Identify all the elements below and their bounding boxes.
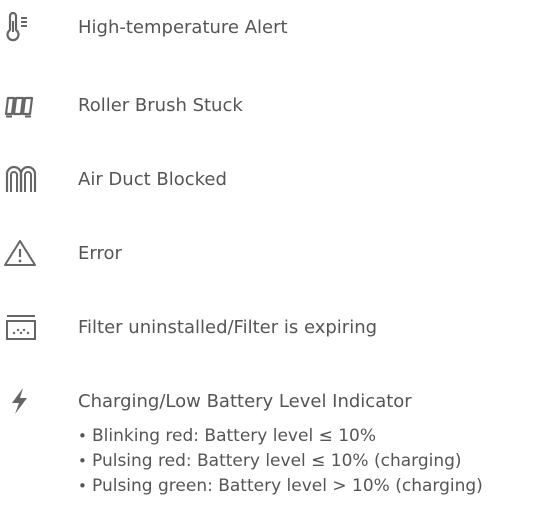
battery-note-blinking-red: • Blinking red: Battery level ≤ 10% bbox=[78, 426, 377, 446]
battery-note-text: Pulsing green: Battery level > 10% (char… bbox=[92, 476, 483, 496]
legend-row-air-duct: Air Duct Blocked bbox=[0, 162, 552, 196]
legend-label-high-temperature: High-temperature Alert bbox=[78, 17, 288, 38]
battery-notes-list: • Blinking red: Battery level ≤ 10% • Puls… bbox=[78, 424, 483, 499]
lightning-bolt-icon bbox=[4, 386, 38, 416]
thermometer-alert-icon bbox=[4, 12, 38, 42]
legend-label-filter: Filter uninstalled/Filter is expiring bbox=[78, 317, 378, 338]
legend-label-charging: Charging/Low Battery Level Indicator bbox=[78, 391, 412, 412]
legend-row-charging: Charging/Low Battery Level Indicator bbox=[0, 384, 552, 418]
legend-row-filter: Filter uninstalled/Filter is expiring bbox=[0, 310, 552, 344]
legend-label-error: Error bbox=[78, 243, 122, 264]
legend-row-error: Error bbox=[0, 236, 552, 270]
indicator-legend: High-temperature Alert Roller Brush Stuc… bbox=[0, 0, 552, 518]
battery-note-text: Blinking red: Battery level ≤ 10% bbox=[92, 426, 377, 446]
battery-note-text: Pulsing red: Battery level ≤ 10% (chargi… bbox=[92, 451, 462, 471]
legend-label-air-duct: Air Duct Blocked bbox=[78, 169, 227, 190]
legend-row-roller-brush: Roller Brush Stuck bbox=[0, 88, 552, 122]
legend-row-high-temperature: High-temperature Alert bbox=[0, 10, 552, 44]
air-duct-icon bbox=[4, 166, 38, 196]
battery-note-pulsing-green: • Pulsing green: Battery level > 10% (cha… bbox=[78, 476, 483, 496]
filter-icon bbox=[4, 312, 38, 342]
roller-brush-icon bbox=[4, 92, 38, 122]
warning-triangle-icon bbox=[4, 238, 38, 268]
legend-label-roller-brush: Roller Brush Stuck bbox=[78, 95, 243, 116]
battery-note-pulsing-red: • Pulsing red: Battery level ≤ 10% (charg… bbox=[78, 451, 462, 471]
